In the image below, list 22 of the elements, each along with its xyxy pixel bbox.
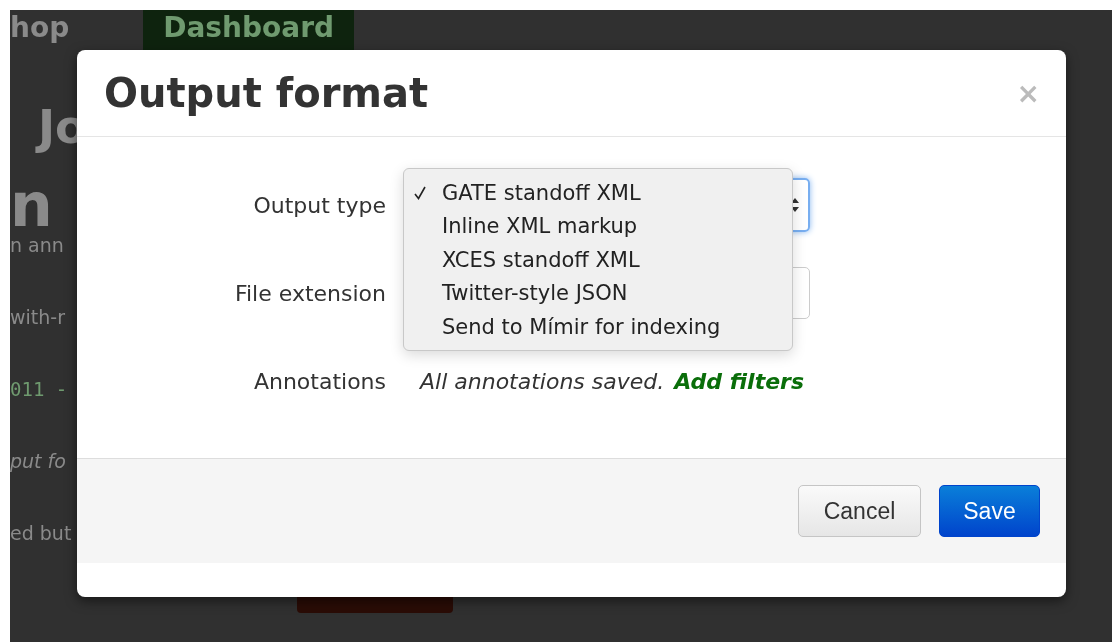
up-down-arrows-icon	[790, 197, 800, 213]
save-button[interactable]: Save	[939, 485, 1040, 537]
page-text: 011 -	[10, 377, 68, 402]
cancel-button[interactable]: Cancel	[798, 485, 921, 537]
page-text: n ann	[10, 233, 64, 258]
menu-option[interactable]: Twitter-style JSON	[404, 276, 792, 310]
page-subheading: n	[10, 170, 53, 230]
nav-item[interactable]: hop	[10, 10, 90, 50]
menu-option[interactable]: GATE standoff XML	[404, 176, 792, 210]
page-text: ed but	[10, 521, 72, 546]
nav-item[interactable]: Dashboard	[143, 10, 354, 50]
menu-option[interactable]: XCES standoff XML	[404, 243, 792, 277]
menu-option[interactable]: Inline XML markup	[404, 209, 792, 243]
field-label: Annotations	[252, 368, 386, 394]
dialog-title: Output format	[104, 70, 429, 116]
field-label: Output type	[252, 192, 386, 218]
page-text: with-r	[10, 305, 65, 330]
add-filters-link[interactable]: Add filters	[674, 368, 804, 394]
field-label: File extension	[233, 280, 386, 306]
page-text: put fo	[10, 449, 66, 474]
menu-option[interactable]: Send to Mímir for indexing	[404, 310, 792, 344]
annotations-note: All annotations saved.	[420, 368, 665, 394]
